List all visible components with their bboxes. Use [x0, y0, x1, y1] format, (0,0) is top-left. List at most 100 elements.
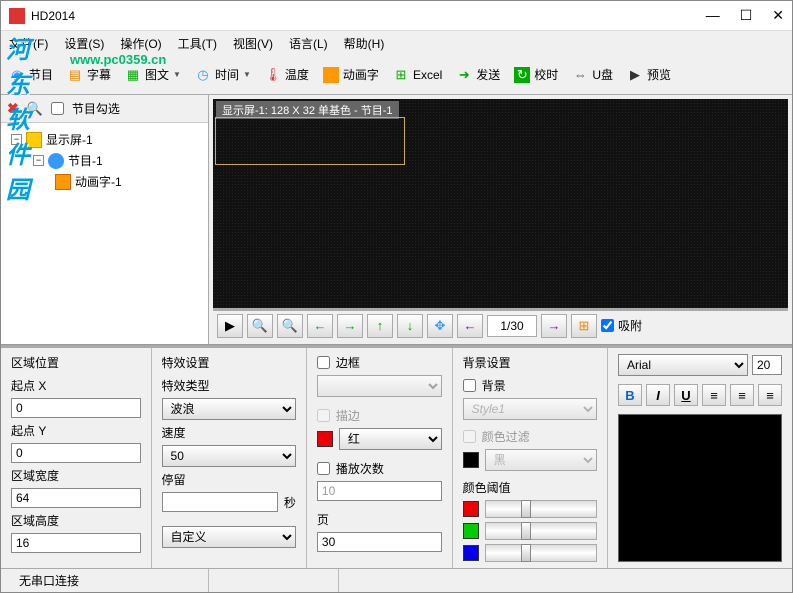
- border-select[interactable]: [317, 375, 442, 397]
- tree-node-animtext[interactable]: 动画字-1: [55, 171, 202, 192]
- nav-right[interactable]: →: [337, 314, 363, 338]
- collapse-icon[interactable]: −: [11, 134, 22, 145]
- region-title: 区域位置: [11, 354, 141, 371]
- program-check-label: 节目勾选: [72, 100, 120, 117]
- program-node-icon: [48, 153, 64, 169]
- animtext-node-icon: [55, 174, 71, 190]
- play-input[interactable]: [317, 481, 442, 501]
- menu-settings[interactable]: 设置(S): [64, 35, 104, 52]
- bg-select[interactable]: Style1: [463, 398, 597, 420]
- bold-button[interactable]: B: [618, 384, 642, 406]
- slider-blue[interactable]: [485, 544, 597, 562]
- status-cell2: [209, 569, 339, 592]
- calibrate-icon: ↻: [514, 67, 530, 83]
- send-icon: ➜: [456, 67, 472, 83]
- x-input[interactable]: [11, 398, 141, 418]
- tree-node-screen[interactable]: −显示屏-1: [11, 129, 202, 150]
- h-input[interactable]: [11, 533, 141, 553]
- tb-subtitle[interactable]: ▤字幕: [67, 66, 111, 83]
- nav-play[interactable]: ▶: [217, 314, 243, 338]
- stroke-check[interactable]: [317, 409, 330, 422]
- align-right-button[interactable]: ≡: [758, 384, 782, 406]
- search-icon[interactable]: 🔍: [27, 101, 43, 117]
- thresh-green: [463, 523, 479, 539]
- close-button[interactable]: ✕: [772, 7, 784, 24]
- collapse-icon[interactable]: −: [33, 155, 44, 166]
- stroke-label: 描边: [336, 407, 360, 424]
- slider-red[interactable]: [485, 500, 597, 518]
- play-icon: ▶: [627, 67, 643, 83]
- tb-animtext[interactable]: 动画字: [323, 66, 379, 83]
- align-left-button[interactable]: ≡: [702, 384, 726, 406]
- underline-button[interactable]: U: [674, 384, 698, 406]
- menu-file[interactable]: 文件(F): [9, 35, 48, 52]
- border-check[interactable]: [317, 356, 330, 369]
- tb-excel[interactable]: ⊞Excel: [393, 67, 442, 83]
- nav-page[interactable]: [487, 315, 537, 337]
- italic-button[interactable]: I: [646, 384, 670, 406]
- nav-fit[interactable]: ⊞: [571, 314, 597, 338]
- tb-preview[interactable]: ▶预览: [627, 66, 671, 83]
- text-preview[interactable]: [618, 414, 782, 562]
- effect-type-select[interactable]: 波浪: [162, 398, 296, 420]
- filter-select[interactable]: 黑: [485, 449, 597, 471]
- tb-picture[interactable]: ▦图文▼: [125, 66, 181, 83]
- stay-label: 停留: [162, 471, 296, 488]
- speed-select[interactable]: 50: [162, 445, 296, 467]
- nav-next[interactable]: →: [541, 314, 567, 338]
- align-center-button[interactable]: ≡: [730, 384, 754, 406]
- tb-calibrate[interactable]: ↻校时: [514, 66, 558, 83]
- filter-color-box[interactable]: [463, 452, 479, 468]
- menu-bar: 文件(F) 设置(S) 操作(O) 工具(T) 视图(V) 语言(L) 帮助(H…: [1, 31, 792, 55]
- menu-view[interactable]: 视图(V): [233, 35, 273, 52]
- tb-send[interactable]: ➜发送: [456, 66, 500, 83]
- nav-up[interactable]: ↑: [367, 314, 393, 338]
- font-size-input[interactable]: [752, 355, 782, 375]
- bg-title: 背景设置: [463, 354, 597, 371]
- menu-help[interactable]: 帮助(H): [344, 35, 385, 52]
- program-check[interactable]: [51, 102, 64, 115]
- tb-usb[interactable]: ⇔U盘: [572, 66, 613, 83]
- filter-label: 颜色过滤: [482, 428, 530, 445]
- play-check[interactable]: [317, 462, 330, 475]
- menu-operate[interactable]: 操作(O): [120, 35, 161, 52]
- custom-select[interactable]: 自定义: [162, 526, 296, 548]
- nav-zoomout[interactable]: 🔍: [247, 314, 273, 338]
- tb-program[interactable]: ◉节目: [9, 66, 53, 83]
- nav-left[interactable]: ←: [307, 314, 333, 338]
- y-input[interactable]: [11, 443, 141, 463]
- effect-title: 特效设置: [162, 354, 296, 371]
- page-input[interactable]: [317, 532, 442, 552]
- bg-check[interactable]: [463, 379, 476, 392]
- nav-down[interactable]: ↓: [397, 314, 423, 338]
- nav-prev[interactable]: ←: [457, 314, 483, 338]
- led-preview[interactable]: 显示屏-1: 128 X 32 单基色 - 节目-1: [213, 99, 788, 308]
- led-region[interactable]: [215, 117, 405, 165]
- menu-tools[interactable]: 工具(T): [178, 35, 217, 52]
- slider-green[interactable]: [485, 522, 597, 540]
- snap-check[interactable]: [601, 319, 614, 332]
- window-title: HD2014: [31, 9, 706, 23]
- tree-node-program[interactable]: −节目-1: [33, 150, 202, 171]
- filter-check[interactable]: [463, 430, 476, 443]
- property-panel: 区域位置 起点 X 起点 Y 区域宽度 区域高度 特效设置 特效类型 波浪 速度…: [1, 345, 792, 568]
- menu-language[interactable]: 语言(L): [289, 35, 328, 52]
- usb-icon: ⇔: [572, 67, 588, 83]
- nav-zoomin[interactable]: 🔍: [277, 314, 303, 338]
- minimize-button[interactable]: —: [706, 7, 720, 24]
- tb-temp[interactable]: 🌡温度: [265, 66, 309, 83]
- maximize-button[interactable]: ☐: [740, 7, 753, 24]
- subtitle-icon: ▤: [67, 67, 83, 83]
- thresh-label: 颜色阈值: [463, 479, 597, 496]
- tb-time[interactable]: ◷时间▼: [195, 66, 251, 83]
- stroke-color-select[interactable]: 红: [339, 428, 442, 450]
- nav-move[interactable]: ✥: [427, 314, 453, 338]
- toolbar: ◉节目 ▤字幕 ▦图文▼ ◷时间▼ 🌡温度 动画字 ⊞Excel ➜发送 ↻校时…: [1, 55, 792, 95]
- snap-label: 吸附: [618, 317, 642, 334]
- w-input[interactable]: [11, 488, 141, 508]
- stay-input[interactable]: [162, 492, 278, 512]
- speed-label: 速度: [162, 424, 296, 441]
- font-select[interactable]: Arial: [618, 354, 748, 376]
- delete-icon[interactable]: ✖: [7, 100, 19, 117]
- stroke-color-box[interactable]: [317, 431, 333, 447]
